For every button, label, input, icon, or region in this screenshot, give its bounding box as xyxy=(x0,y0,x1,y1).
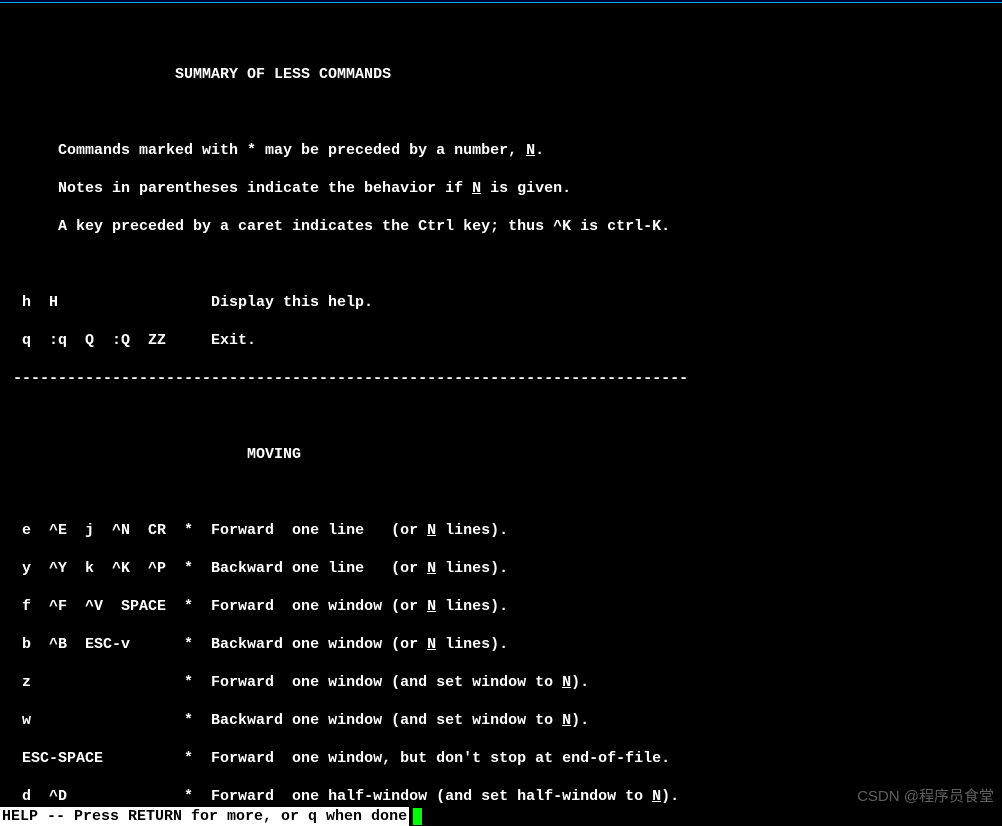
mov-f: f ^F ^V SPACE * Forward one window (or N… xyxy=(4,597,998,616)
intro-line-1: Commands marked with * may be preceded b… xyxy=(4,141,998,160)
blank-line xyxy=(4,27,998,46)
mov-b: b ^B ESC-v * Backward one window (or N l… xyxy=(4,635,998,654)
window-top-border xyxy=(0,0,1002,3)
rule-line: ----------------------------------------… xyxy=(4,369,998,388)
mov-w: w * Backward one window (and set window … xyxy=(4,711,998,730)
blank-line xyxy=(4,407,998,426)
mov-esc-space: ESC-SPACE * Forward one window, but don'… xyxy=(4,749,998,768)
help-cmd: h H Display this help. xyxy=(4,293,998,312)
cursor-icon xyxy=(413,808,422,825)
mov-y: y ^Y k ^K ^P * Backward one line (or N l… xyxy=(4,559,998,578)
mov-z: z * Forward one window (and set window t… xyxy=(4,673,998,692)
mov-e: e ^E j ^N CR * Forward one line (or N li… xyxy=(4,521,998,540)
title-line: SUMMARY OF LESS COMMANDS xyxy=(4,65,998,84)
quit-cmd: q :q Q :Q ZZ Exit. xyxy=(4,331,998,350)
blank-line xyxy=(4,103,998,122)
status-bar[interactable]: HELP -- Press RETURN for more, or q when… xyxy=(0,807,409,826)
intro-line-3: A key preceded by a caret indicates the … xyxy=(4,217,998,236)
moving-title: MOVING xyxy=(4,445,998,464)
blank-line xyxy=(4,483,998,502)
watermark-text: CSDN @程序员食堂 xyxy=(857,787,994,806)
blank-line xyxy=(4,255,998,274)
intro-line-2: Notes in parentheses indicate the behavi… xyxy=(4,179,998,198)
mov-d: d ^D * Forward one half-window (and set … xyxy=(4,787,998,806)
terminal-output: SUMMARY OF LESS COMMANDS Commands marked… xyxy=(0,0,1002,826)
